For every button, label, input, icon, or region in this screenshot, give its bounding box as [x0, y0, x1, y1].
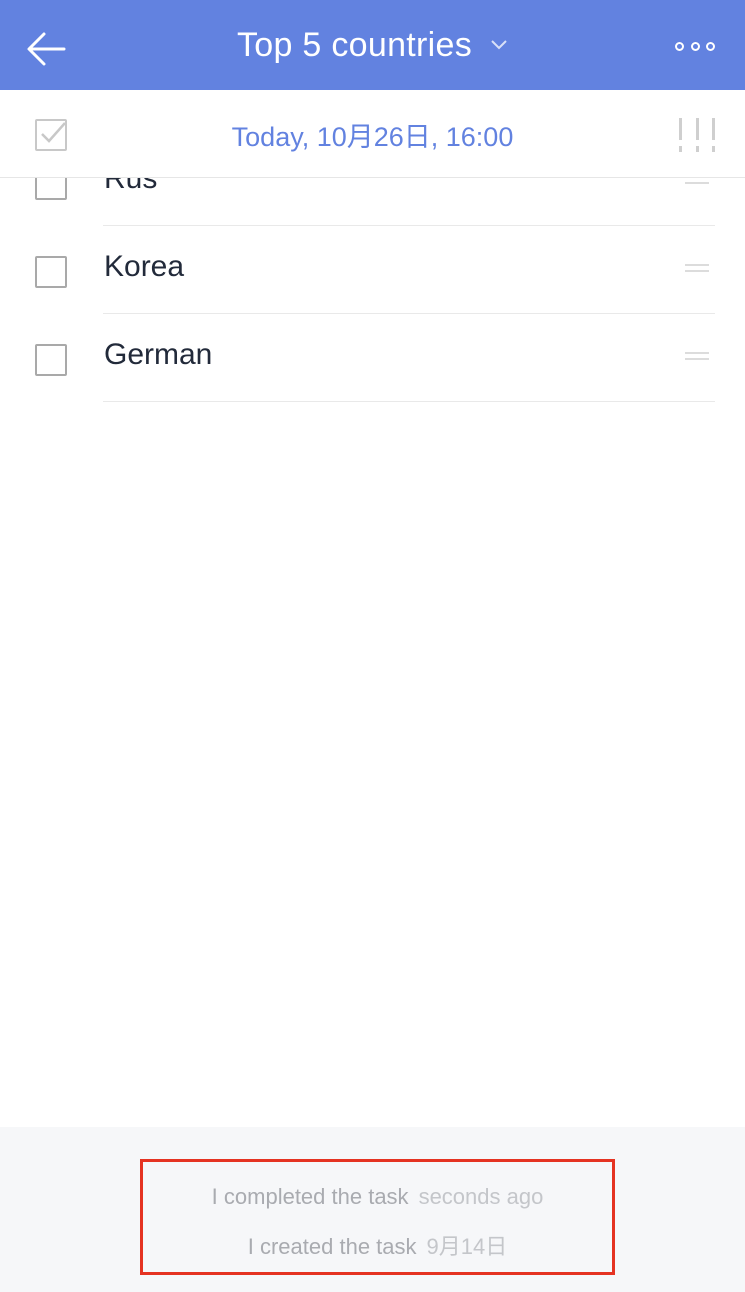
item-checkbox[interactable]: [35, 344, 67, 376]
activity-text: I completed the task: [211, 1184, 409, 1209]
divider: [103, 401, 715, 402]
more-options-button[interactable]: [675, 36, 715, 56]
back-button[interactable]: [24, 26, 70, 72]
activity-entry: I created the task 9月14日: [143, 1229, 612, 1261]
drag-handle-icon[interactable]: [685, 264, 709, 278]
task-detail-screen: Top 5 countries Today, 10月26日, 16:00 Rus…: [0, 0, 745, 1292]
task-meta-bar: Today, 10月26日, 16:00: [0, 90, 745, 178]
due-date[interactable]: Today, 10月26日, 16:00: [232, 115, 514, 154]
chevron-down-icon: [491, 40, 507, 50]
top-bar: Top 5 countries: [0, 0, 745, 90]
more-dots-icon: [706, 41, 715, 51]
activity-entry: I completed the task seconds ago: [143, 1184, 612, 1210]
due-date-container: Today, 10月26日, 16:00: [0, 90, 745, 178]
activity-footer: I completed the task seconds ago I create…: [0, 1127, 745, 1292]
page-title: Top 5 countries: [236, 25, 473, 64]
priority-button[interactable]: [679, 118, 715, 152]
activity-text: I created the task: [247, 1234, 417, 1259]
drag-handle-icon[interactable]: [685, 176, 709, 190]
activity-log: I completed the task seconds ago I create…: [140, 1159, 615, 1275]
priority-icon: [679, 118, 682, 152]
activity-time: 9月14日: [426, 1234, 508, 1259]
item-label[interactable]: German: [104, 338, 212, 372]
list-item: German: [0, 314, 745, 402]
list-item: Korea: [0, 226, 745, 314]
list-title-dropdown[interactable]: Top 5 countries: [237, 26, 508, 65]
priority-icon: [712, 118, 715, 152]
item-checkbox[interactable]: [35, 256, 67, 288]
checkbox-checked-icon: [41, 122, 66, 143]
title-container: Top 5 countries: [0, 0, 745, 90]
activity-time: seconds ago: [418, 1184, 544, 1209]
arrow-left-icon: [27, 32, 66, 66]
task-complete-checkbox[interactable]: [35, 119, 67, 151]
more-dots-icon: [675, 41, 684, 51]
more-dots-icon: [690, 41, 700, 51]
priority-icon: [695, 118, 699, 152]
drag-handle-icon[interactable]: [685, 352, 709, 366]
item-label[interactable]: Korea: [104, 250, 184, 284]
